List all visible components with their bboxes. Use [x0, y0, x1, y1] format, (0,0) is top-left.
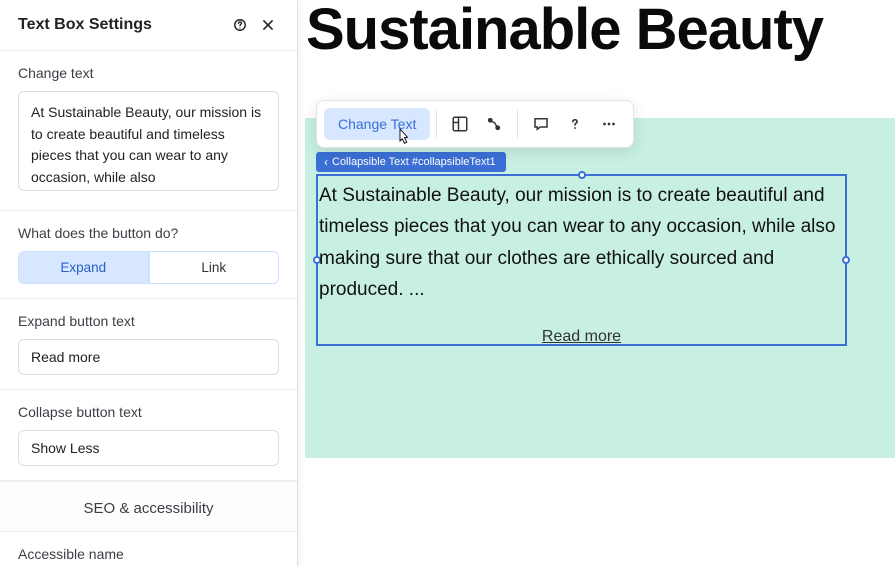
element-badge[interactable]: Collapsible Text #collapsibleText1	[316, 152, 506, 172]
close-icon[interactable]	[257, 14, 279, 36]
toolbar-divider	[517, 110, 518, 138]
panel-title: Text Box Settings	[18, 16, 223, 34]
animation-icon[interactable]	[477, 107, 511, 141]
accessible-name-label: Accessible name	[18, 546, 279, 562]
expand-text-label: Expand button text	[18, 313, 279, 329]
collapse-text-section: Collapse button text	[0, 390, 297, 481]
help-icon[interactable]	[229, 14, 251, 36]
change-text-label: Change text	[18, 65, 279, 81]
seo-section-header[interactable]: SEO & accessibility	[0, 481, 297, 532]
link-option[interactable]: Link	[149, 252, 279, 283]
element-toolbar: Change Text	[316, 100, 634, 148]
button-action-segmented: Expand Link	[18, 251, 279, 284]
comment-icon[interactable]	[524, 107, 558, 141]
more-icon[interactable]	[592, 107, 626, 141]
element-badge-label: Collapsible Text #collapsibleText1	[332, 156, 496, 168]
collapse-text-input[interactable]	[18, 430, 279, 466]
panel-header: Text Box Settings	[0, 0, 297, 51]
expand-option[interactable]: Expand	[19, 252, 149, 283]
collapsible-text-content[interactable]: At Sustainable Beauty, our mission is to…	[319, 180, 844, 305]
editor-canvas[interactable]: Sustainable Beauty Change Text Collapsib…	[298, 0, 895, 566]
button-action-label: What does the button do?	[18, 225, 279, 241]
change-text-button[interactable]: Change Text	[324, 108, 430, 140]
expand-text-section: Expand button text	[0, 299, 297, 390]
resize-handle-top[interactable]	[578, 171, 586, 179]
change-text-section: Change text	[0, 51, 297, 211]
collapse-text-label: Collapse button text	[18, 404, 279, 420]
toolbar-divider	[436, 110, 437, 138]
read-more-link[interactable]: Read more	[316, 328, 847, 346]
button-action-section: What does the button do? Expand Link	[0, 211, 297, 299]
settings-panel: Text Box Settings Change text What does …	[0, 0, 298, 566]
panel-body: Change text What does the button do? Exp…	[0, 51, 297, 566]
change-text-input[interactable]	[18, 91, 279, 191]
accessible-name-section: Accessible name	[0, 532, 297, 566]
expand-text-input[interactable]	[18, 339, 279, 375]
page-title: Sustainable Beauty	[306, 0, 823, 63]
layout-icon[interactable]	[443, 107, 477, 141]
help-icon[interactable]	[558, 107, 592, 141]
